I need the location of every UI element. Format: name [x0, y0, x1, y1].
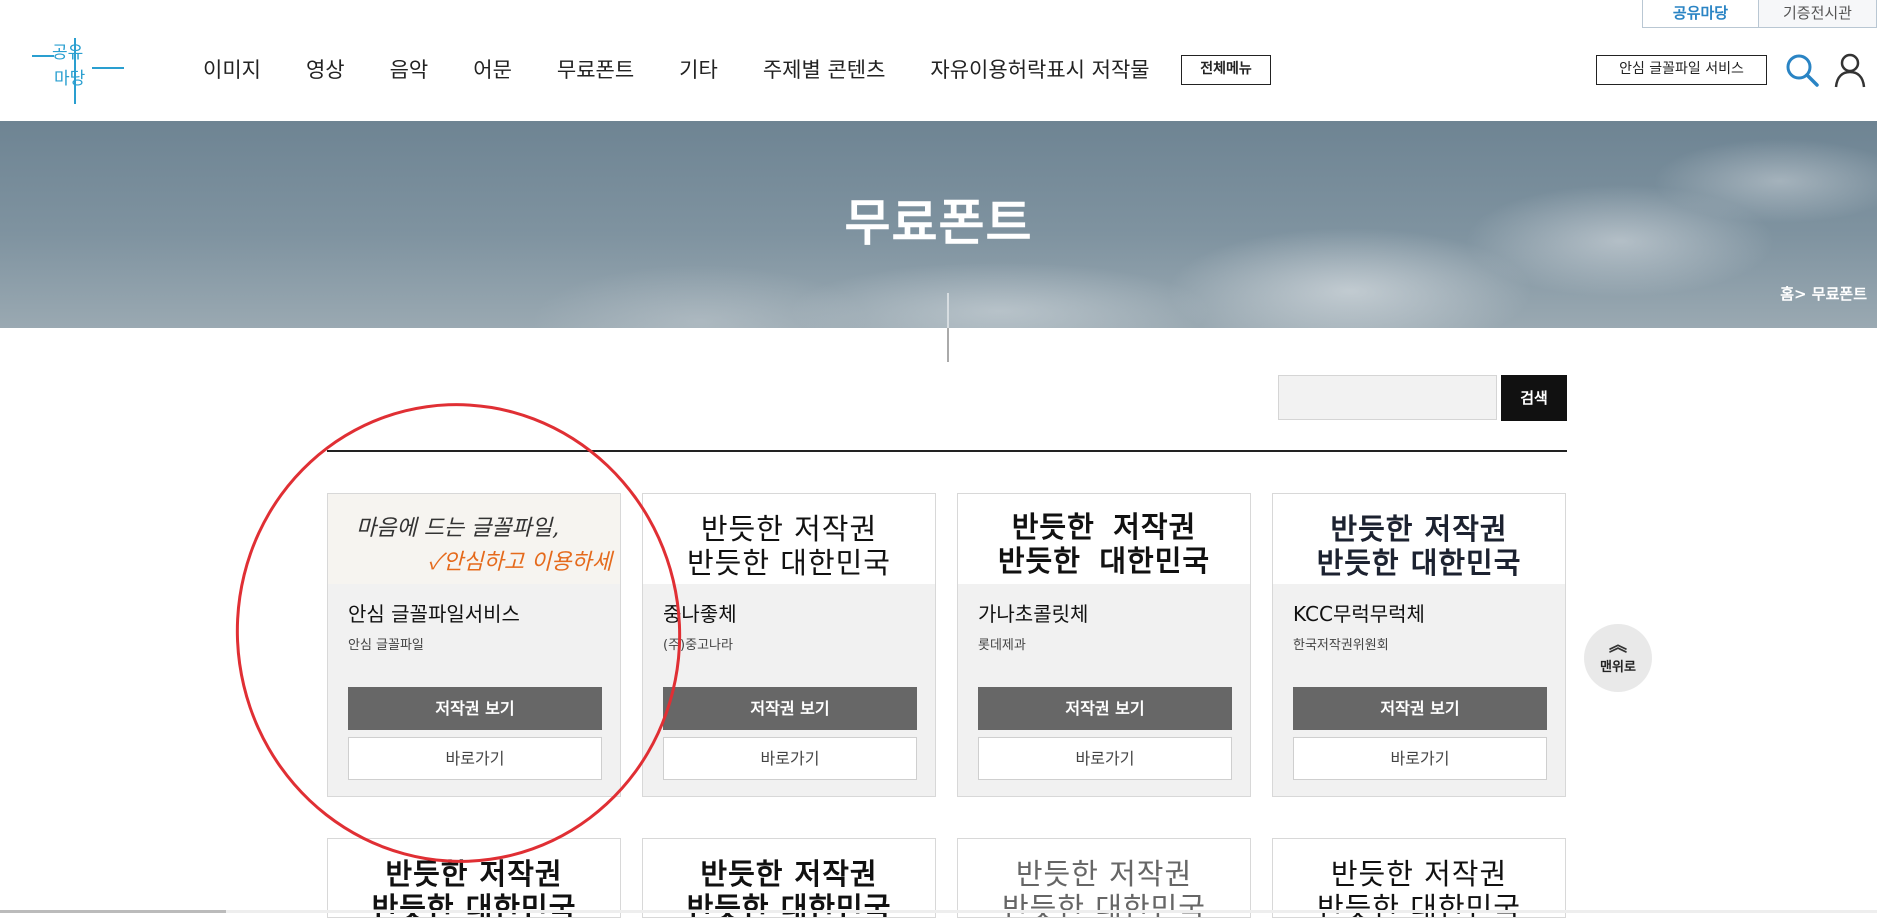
- nav-topic-contents[interactable]: 주제별 콘텐츠: [763, 52, 886, 88]
- go-link-button[interactable]: 바로가기: [663, 737, 917, 780]
- view-copyright-button[interactable]: 저작권 보기: [978, 687, 1232, 730]
- view-copyright-button[interactable]: 저작권 보기: [663, 687, 917, 730]
- nav-images[interactable]: 이미지: [203, 52, 261, 88]
- logo-mark: 공유 마당: [32, 38, 124, 104]
- user-icon[interactable]: [1834, 52, 1866, 88]
- font-maker: (주)중고나라: [663, 638, 733, 653]
- font-card[interactable]: 반듯한 저작권 반듯한 대한민국: [327, 838, 621, 918]
- breadcrumb[interactable]: 홈> 무료폰트: [1780, 283, 1867, 304]
- back-to-top-label: 맨위로: [1600, 660, 1636, 675]
- all-menu-button[interactable]: 전체메뉴: [1181, 55, 1271, 85]
- font-card[interactable]: 반듯한 저작권 반듯한 대한민국: [957, 838, 1251, 918]
- preview-text-line2: 반듯한 대한민국: [997, 544, 1211, 578]
- font-card[interactable]: 반듯한 저작권 반듯한 대한민국: [642, 838, 936, 918]
- double-chevron-up-icon: ︽: [1609, 635, 1627, 656]
- go-link-button[interactable]: 바로가기: [348, 737, 602, 780]
- font-preview[interactable]: 반듯한 저작권 반듯한 대한민국: [1273, 494, 1565, 584]
- preview-text-line1: 마음에 드는 글꼴파일,: [356, 516, 560, 541]
- font-name: KCC무럭무럭체: [1293, 602, 1425, 626]
- font-preview[interactable]: 마음에 드는 글꼴파일, ✓안심하고 이용하세요!: [328, 494, 620, 584]
- safe-font-service-button[interactable]: 안심 글꼴파일 서비스: [1596, 55, 1767, 85]
- section-divider: [947, 328, 949, 362]
- site-logo[interactable]: 공유 마당: [32, 38, 127, 106]
- logo-text-top: 공유: [52, 43, 83, 63]
- preview-text-line2: 반듯한 대한민국: [686, 891, 892, 918]
- font-maker: 롯데제과: [978, 638, 1026, 653]
- nav-etc[interactable]: 기타: [679, 52, 718, 88]
- nav-video[interactable]: 영상: [306, 52, 345, 88]
- font-card: 반듯한 저작권 반듯한 대한민국 중나좋체 (주)중고나라 저작권 보기 바로가…: [642, 493, 936, 797]
- site-header: 공유 마당 이미지 영상 음악 어문 무료폰트 기타 주제별 콘텐츠 자유이용허…: [0, 0, 1877, 121]
- search-icon[interactable]: [1785, 53, 1819, 87]
- font-name: 안심 글꼴파일서비스: [348, 602, 520, 626]
- go-link-button[interactable]: 바로가기: [1293, 737, 1547, 780]
- view-copyright-button[interactable]: 저작권 보기: [1293, 687, 1547, 730]
- hero-divider: [947, 293, 949, 328]
- preview-text-line2: ✓안심하고 이용하세요!: [428, 550, 612, 584]
- font-maker: 안심 글꼴파일: [348, 638, 424, 653]
- font-name: 중나좋체: [663, 602, 737, 626]
- font-name: 가나초콜릿체: [978, 602, 1089, 626]
- preview-text-line2: 반듯한 대한민국: [1316, 546, 1522, 580]
- font-preview[interactable]: 반듯한 저작권 반듯한 대한민국: [958, 494, 1250, 584]
- font-card[interactable]: 반듯한 저작권 반듯한 대한민국: [1272, 838, 1566, 918]
- search-button[interactable]: 검색: [1501, 375, 1567, 421]
- preview-text-line2: 반듯한 대한민국: [687, 546, 891, 580]
- font-card: 반듯한 저작권 반듯한 대한민국 가나초콜릿체 롯데제과 저작권 보기 바로가기: [957, 493, 1251, 797]
- view-copyright-button[interactable]: 저작권 보기: [348, 687, 602, 730]
- font-preview[interactable]: 반듯한 저작권 반듯한 대한민국: [643, 494, 935, 584]
- nav-ccl-works[interactable]: 자유이용허락표시 저작물: [930, 52, 1149, 88]
- font-maker: 한국저작권위원회: [1293, 638, 1389, 653]
- font-card: 마음에 드는 글꼴파일, ✓안심하고 이용하세요! 안심 글꼴파일서비스 안심 …: [327, 493, 621, 797]
- preview-text-line2: 반듯한 대한민국: [371, 891, 577, 918]
- list-top-rule: [327, 450, 1567, 452]
- logo-text-bottom: 마당: [54, 69, 86, 89]
- preview-text-line2: 반듯한 대한민국: [1317, 891, 1521, 918]
- main-nav: 이미지 영상 음악 어문 무료폰트 기타 주제별 콘텐츠 자유이용허락표시 저작…: [203, 52, 1195, 88]
- back-to-top-button[interactable]: ︽ 맨위로: [1584, 624, 1652, 692]
- go-link-button[interactable]: 바로가기: [978, 737, 1232, 780]
- font-card: 반듯한 저작권 반듯한 대한민국 KCC무럭무럭체 한국저작권위원회 저작권 보…: [1272, 493, 1566, 797]
- nav-music[interactable]: 음악: [390, 52, 429, 88]
- hero-banner: 무료폰트 홈> 무료폰트: [0, 121, 1877, 328]
- nav-text[interactable]: 어문: [473, 52, 512, 88]
- page-title: 무료폰트: [844, 194, 1033, 252]
- search-input[interactable]: [1278, 375, 1497, 420]
- nav-free-fonts[interactable]: 무료폰트: [557, 52, 634, 88]
- preview-text-line2: 반듯한 대한민국: [1002, 891, 1206, 918]
